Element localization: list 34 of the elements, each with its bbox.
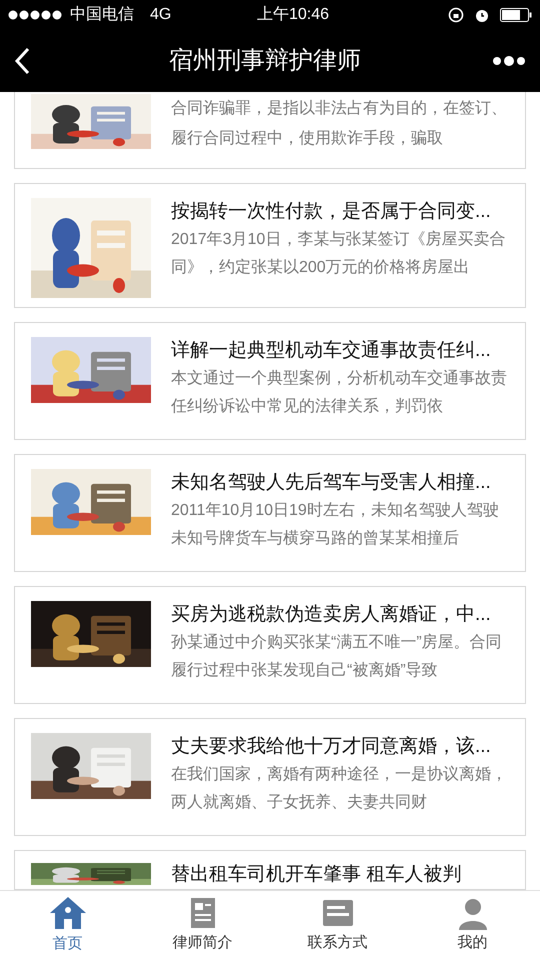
alarm-icon: [474, 7, 490, 23]
article-card[interactable]: 替出租车司机开车肇事 租车人被判: [14, 850, 526, 890]
article-title: 替出租车司机开车肇事 租车人被判: [171, 863, 462, 887]
signal-icon: [8, 10, 62, 20]
article-title: 详解一起典型机动车交通事故责任纠...: [171, 339, 492, 363]
article-card[interactable]: 详解一起典型机动车交通事故责任纠... 本文通过一个典型案例，分析机动车交通事故责任纠纷诉讼中常见的法律关系，判罚依: [14, 322, 526, 440]
article-card[interactable]: 未知名驾驶人先后驾车与受害人相撞... 2011年10月10日19时左右，未知名驾驶人驾驶未知号牌货车与横穿马路的曾某某相撞后: [14, 454, 526, 572]
article-summary: 2017年3月10日，李某与张某签订《房屋买卖合同》，约定张某以200万元的价格将房屋出: [171, 230, 506, 278]
tab-item[interactable]: 律师简介: [135, 891, 270, 960]
tab-item[interactable]: 首页: [0, 891, 135, 960]
article-title: 丈夫要求我给他十万才同意离婚，该...: [171, 735, 492, 759]
rotation-lock-icon: [448, 7, 464, 23]
article-summary: 2011年10月10日19时左右，未知名驾驶人驾驶未知号牌货车与横穿马路的曾某某相撞后: [171, 500, 500, 549]
article-card[interactable]: 买房为逃税款伪造卖房人离婚证，中... 孙某通过中介购买张某“满五不唯一”房屋。合同履行过程中张某发现自己“被离婚”导致: [14, 586, 526, 704]
more-icon: [492, 55, 526, 67]
article-card[interactable]: 丈夫要求我给他十万才同意离婚，该... 在我们国家，离婚有两种途径，一是协议离婚，两人就离婚、子女抚养、夫妻共同财: [14, 718, 526, 836]
page-title: 宿州刑事辩护律师: [169, 46, 361, 76]
article-card[interactable]: 合同诈骗罪，是指以非法占有为目的，在签订、履行合同过程中，使用欺诈手段，骗取: [14, 92, 526, 169]
tab-item[interactable]: 我的: [405, 891, 540, 960]
battery-icon: [500, 8, 532, 22]
article-title: 按揭转一次性付款，是否属于合同变...: [171, 200, 492, 224]
article-summary: 在我们国家，离婚有两种途径，一是协议离婚，两人就离婚、子女抚养、夫妻共同财: [171, 764, 508, 813]
home-icon: [48, 895, 88, 932]
back-icon: [14, 47, 30, 75]
carrier-text: 中国电信: [70, 4, 134, 25]
article-title: 未知名驾驶人先后驾车与受害人相撞...: [171, 471, 492, 495]
network-text: 4G: [150, 5, 172, 25]
article-summary: 合同诈骗罪，是指以非法占有为目的，在签订、履行合同过程中，使用欺诈手段，骗取: [171, 98, 508, 149]
article-card[interactable]: 按揭转一次性付款，是否属于合同变... 2017年3月10日，李某与张某签订《房屋买卖合同》，约定张某以200万元的价格将房屋出: [14, 183, 526, 308]
clock-text: 上午10:46: [256, 4, 330, 25]
tab-item[interactable]: 联系方式: [270, 891, 405, 960]
article-summary: 孙某通过中介购买张某“满五不唯一”房屋。合同履行过程中张某发现自己“被离婚”导致: [171, 632, 503, 681]
article-title: 买房为逃税款伪造卖房人离婚证，中...: [171, 603, 492, 627]
article-summary: 本文通过一个典型案例，分析机动车交通事故责任纠纷诉讼中常见的法律关系，判罚依: [171, 368, 508, 417]
